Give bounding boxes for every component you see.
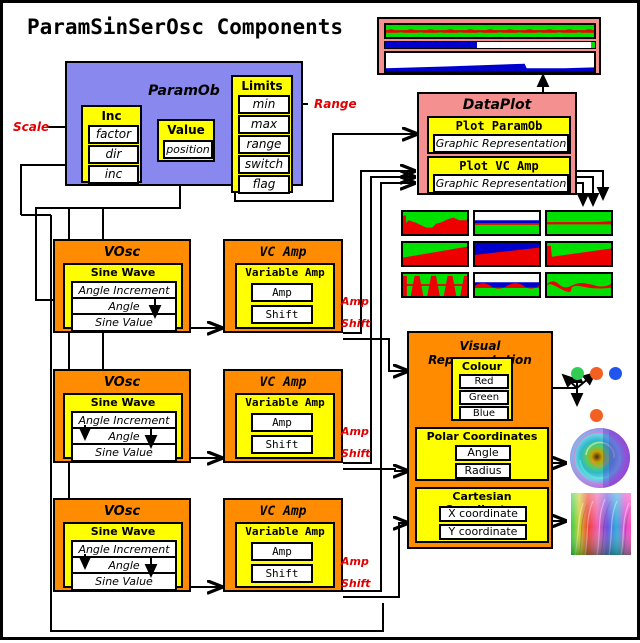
variable-amp-title-2: Variable Amp [245, 396, 325, 409]
vosc-title-1: VOsc [103, 245, 141, 260]
variable-amp-3: Variable Amp Amp Shift [235, 522, 335, 588]
vcamp-thumb-1 [401, 210, 469, 236]
radial-swirl-image [569, 427, 631, 489]
colour-field-green[interactable]: Green [459, 390, 509, 405]
sine-wave-generator-2: Sine Wave Generator Angle Increment Angl… [63, 393, 183, 462]
dot-green [571, 367, 584, 380]
polar-coordinates-group: Polar Coordinates Angle Radius [415, 427, 549, 481]
field-amp-1[interactable]: Amp [251, 283, 313, 302]
inc-field-dir[interactable]: dir [88, 145, 139, 164]
field-amp-2[interactable]: Amp [251, 413, 313, 432]
plot-vcamp-group: Plot VC Amp Graphic Representation [427, 156, 571, 194]
value-group: Value position [157, 119, 215, 162]
limits-field-max[interactable]: max [238, 115, 290, 134]
limits-field-min[interactable]: min [238, 95, 290, 114]
dataplot-title: DataPlot [462, 97, 532, 113]
plot-vcamp-title: Plot VC Amp [459, 159, 539, 173]
annotation-scale: Scale [13, 120, 50, 134]
vcamp-thumb-6 [545, 241, 613, 267]
vcamp-title-1: VC Amp [259, 245, 307, 260]
paramob-area-strip [384, 51, 596, 73]
limits-field-switch[interactable]: switch [238, 155, 290, 174]
plot-vcamp-graphic[interactable]: Graphic Representation [433, 174, 569, 193]
vcamp-thumb-8 [473, 272, 541, 298]
variable-amp-title-3: Variable Amp [245, 525, 325, 538]
field-amp-3[interactable]: Amp [251, 542, 313, 561]
vcamp-panel-3: VC Amp Variable Amp Amp Shift [223, 498, 343, 592]
field-shift-3[interactable]: Shift [251, 564, 313, 583]
internal-flow-arrows-1 [148, 297, 162, 319]
field-shift-2[interactable]: Shift [251, 435, 313, 454]
colour-field-blue[interactable]: Blue [459, 406, 509, 421]
vcamp-title-3: VC Amp [259, 504, 307, 519]
vcamp-title-2: VC Amp [259, 375, 307, 390]
colour-group: Colour Red Green Blue [451, 357, 513, 421]
page-title: ParamSinSerOsc Components [27, 15, 344, 39]
vcamp-panel-2: VC Amp Variable Amp Amp Shift [223, 369, 343, 463]
variable-amp-title-1: Variable Amp [245, 266, 325, 279]
polar-field-radius[interactable]: Radius [455, 463, 511, 479]
internal-flow-arrows-2 [78, 425, 158, 449]
paramob-plot-strip-frame [377, 17, 601, 75]
paramob-sine-strip [384, 23, 596, 39]
annotation-shift-1: Shift [341, 317, 371, 330]
colour-field-red[interactable]: Red [459, 374, 509, 389]
vcamp-thumb-5 [473, 241, 541, 267]
diagram-canvas: ParamSinSerOsc Components ParamOb Inc fa… [0, 0, 640, 640]
inc-group: Inc factor dir inc [81, 105, 142, 184]
annotation-amp-2: Amp [341, 425, 369, 438]
cartesian-field-y[interactable]: Y coordinate [439, 524, 527, 540]
vcamp-thumb-2 [473, 210, 541, 236]
vosc-panel-1: VOsc Sine Wave Generator Angle Increment… [53, 239, 191, 333]
vosc-title-3: VOsc [103, 504, 141, 519]
paramob-panel: ParamOb Inc factor dir inc Value positio… [65, 61, 303, 194]
internal-flow-arrows-3 [78, 554, 158, 578]
paramob-bar-strip [384, 41, 596, 49]
cartesian-field-x[interactable]: X coordinate [439, 506, 527, 522]
variable-amp-2: Variable Amp Amp Shift [235, 393, 335, 459]
cartesian-texture-image [571, 493, 631, 555]
sine-wave-generator-3: Sine Wave Generator Angle Increment Angl… [63, 522, 183, 591]
cartesian-coordinates-group: Cartesian Coordinates X coordinate Y coo… [415, 487, 549, 543]
vcamp-panel-1: VC Amp Variable Amp Amp Shift [223, 239, 343, 333]
annotation-amp-3: Amp [341, 555, 369, 568]
annotation-shift-3: Shift [341, 577, 371, 590]
annotation-amp-1: Amp [341, 295, 369, 308]
value-title: Value [167, 123, 205, 137]
annotation-range: Range [314, 97, 357, 111]
inc-field-inc[interactable]: inc [88, 165, 139, 184]
plot-paramob-title: Plot ParamOb [455, 119, 543, 133]
vcamp-thumb-9 [545, 272, 613, 298]
limits-group: Limits min max range switch flag [231, 75, 293, 194]
inc-title: Inc [101, 109, 122, 123]
sine-wave-generator-1: Sine Wave Generator Angle Increment Angl… [63, 263, 183, 332]
plot-paramob-group: Plot ParamOb Graphic Representation [427, 116, 571, 154]
field-shift-1[interactable]: Shift [251, 305, 313, 324]
limits-field-range[interactable]: range [238, 135, 290, 154]
dot-blue [609, 367, 622, 380]
annotation-shift-2: Shift [341, 447, 371, 460]
value-field-position[interactable]: position [163, 140, 213, 159]
vcamp-thumb-3 [545, 210, 613, 236]
visual-representation-panel: Visual Representation Colour Red Green B… [407, 331, 553, 549]
colour-title: Colour [461, 360, 503, 373]
result-dot-orange [590, 409, 603, 422]
vosc-panel-3: VOsc Sine Wave Generator Angle Increment… [53, 498, 191, 592]
vosc-title-2: VOsc [103, 375, 141, 390]
vcamp-thumb-7 [401, 272, 469, 298]
limits-title: Limits [241, 79, 283, 93]
dot-orange [590, 367, 603, 380]
vosc-panel-2: VOsc Sine Wave Generator Angle Increment… [53, 369, 191, 463]
variable-amp-1: Variable Amp Amp Shift [235, 263, 335, 329]
polar-field-angle[interactable]: Angle [455, 445, 511, 461]
limits-field-flag[interactable]: flag [238, 175, 290, 194]
polar-coordinates-title: Polar Coordinates [426, 430, 538, 443]
vcamp-thumb-4 [401, 241, 469, 267]
dataplot-panel: DataPlot Plot ParamOb Graphic Representa… [417, 92, 577, 195]
plot-paramob-graphic[interactable]: Graphic Representation [433, 134, 569, 153]
inc-field-factor[interactable]: factor [88, 125, 139, 144]
